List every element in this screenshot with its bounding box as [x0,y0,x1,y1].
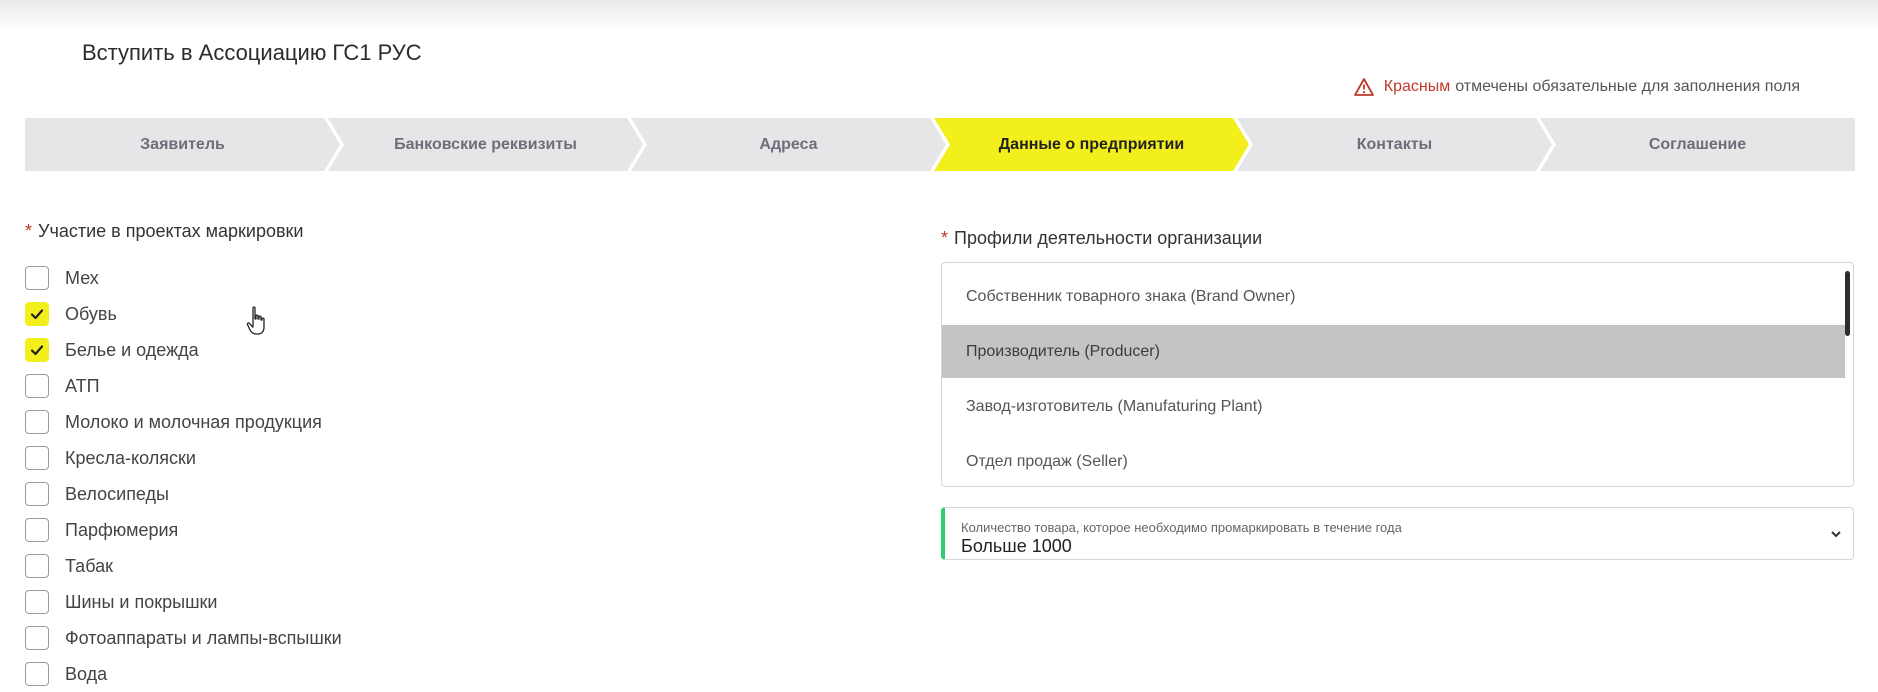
step-addresses[interactable]: Адреса [631,118,946,171]
checkbox[interactable] [25,626,49,650]
checkbox[interactable] [25,374,49,398]
checkbox-row[interactable]: Белье и одежда [25,332,342,368]
step-applicant[interactable]: Заявитель [25,118,340,171]
step-label: Заявитель [140,135,225,153]
activity-profiles-listbox[interactable]: Собственник товарного знака (Brand Owner… [941,262,1854,487]
checkbox-row[interactable]: Велосипеды [25,476,342,512]
required-note: Красным отмечены обязательные для заполн… [1353,78,1800,96]
checkbox-label: Табак [65,555,113,576]
checkbox[interactable] [25,302,49,326]
checkbox-label: Мех [65,267,99,288]
checkbox-label: Велосипеды [65,483,169,504]
checkbox[interactable] [25,518,49,542]
checkbox[interactable] [25,266,49,290]
required-note-red: Красным [1383,78,1451,95]
checkbox-label: Белье и одежда [65,339,199,360]
marking-projects-list: Мех Обувь Белье и одежда АТП Молоко и молочн… [25,260,342,692]
step-company-data[interactable]: Данные о предприятии [934,118,1249,171]
checkbox-row[interactable]: Фотоаппараты и лампы-вспышки [25,620,342,656]
checkbox-label: АТП [65,375,100,396]
marking-projects-label: * Участие в проектах маркировки [25,221,303,242]
step-label: Банковские реквизиты [394,135,577,153]
option-label: Отдел продаж (Seller) [966,452,1128,470]
activity-profiles-label: * Профили деятельности организации [941,228,1262,249]
step-label: Контакты [1356,135,1433,153]
option-label: Собственник товарного знака (Brand Owner… [966,287,1296,305]
checkbox[interactable] [25,590,49,614]
step-label: Соглашение [1648,135,1747,153]
checkbox-row[interactable]: АТП [25,368,342,404]
quantity-select[interactable]: Количество товара, которое необходимо пр… [941,507,1854,560]
listbox-scrollbar[interactable] [1845,271,1850,336]
checkbox-label: Молоко и молочная продукция [65,411,322,432]
quantity-value: Больше 1000 [961,536,1072,556]
option-label: Производитель (Producer) [966,342,1160,360]
checkbox-row[interactable]: Парфюмерия [25,512,342,548]
page-title: Вступить в Ассоциацию ГС1 РУС [82,40,422,65]
checkbox-label: Шины и покрышки [65,591,218,612]
checkbox-row[interactable]: Шины и покрышки [25,584,342,620]
chevron-down-icon [1831,531,1841,538]
checkbox[interactable] [25,410,49,434]
quantity-caption: Количество товара, которое необходимо пр… [961,520,1402,535]
warning-icon [1353,78,1374,96]
checkbox-label: Обувь [65,303,117,324]
required-note-text: отмечены обязательные для заполнения пол… [1455,78,1800,95]
checkbox[interactable] [25,338,49,362]
checkbox-row[interactable]: Кресла-коляски [25,440,342,476]
top-shade [0,0,1878,30]
step-label: Адреса [759,135,818,153]
checkbox[interactable] [25,482,49,506]
marking-projects-title: Участие в проектах маркировки [38,221,304,241]
checkbox-row[interactable]: Молоко и молочная продукция [25,404,342,440]
checkbox[interactable] [25,662,49,686]
wizard-stepper: Заявитель Банковские реквизиты Адреса Да… [25,118,1855,171]
checkbox[interactable] [25,554,49,578]
step-label: Данные о предприятии [998,135,1185,153]
checkbox-row[interactable]: Мех [25,260,342,296]
profile-option-brand-owner[interactable]: Собственник товарного знака (Brand Owner… [942,270,1853,323]
step-agreement[interactable]: Соглашение [1540,118,1855,171]
checkbox-row[interactable]: Вода [25,656,342,692]
step-bank-details[interactable]: Банковские реквизиты [328,118,643,171]
profile-option-seller[interactable]: Отдел продаж (Seller) [942,435,1853,488]
required-star: * [25,221,33,241]
required-star: * [941,228,949,248]
profile-option-producer[interactable]: Производитель (Producer) [942,325,1845,378]
profile-option-manufacturing-plant[interactable]: Завод-изготовитель (Manufaturing Plant) [942,380,1853,433]
checkbox-label: Парфюмерия [65,519,179,540]
checkbox-label: Вода [65,663,108,684]
checkmark-icon [30,309,44,320]
checkbox-row[interactable]: Обувь [25,296,342,332]
checkbox-row[interactable]: Табак [25,548,342,584]
option-label: Завод-изготовитель (Manufaturing Plant) [966,397,1263,415]
hand-cursor-icon [246,306,265,335]
checkbox-label: Кресла-коляски [65,447,196,468]
activity-profiles-title: Профили деятельности организации [954,228,1263,248]
checkbox[interactable] [25,446,49,470]
checkmark-icon [30,345,44,356]
checkbox-label: Фотоаппараты и лампы-вспышки [65,627,342,648]
step-contacts[interactable]: Контакты [1237,118,1552,171]
